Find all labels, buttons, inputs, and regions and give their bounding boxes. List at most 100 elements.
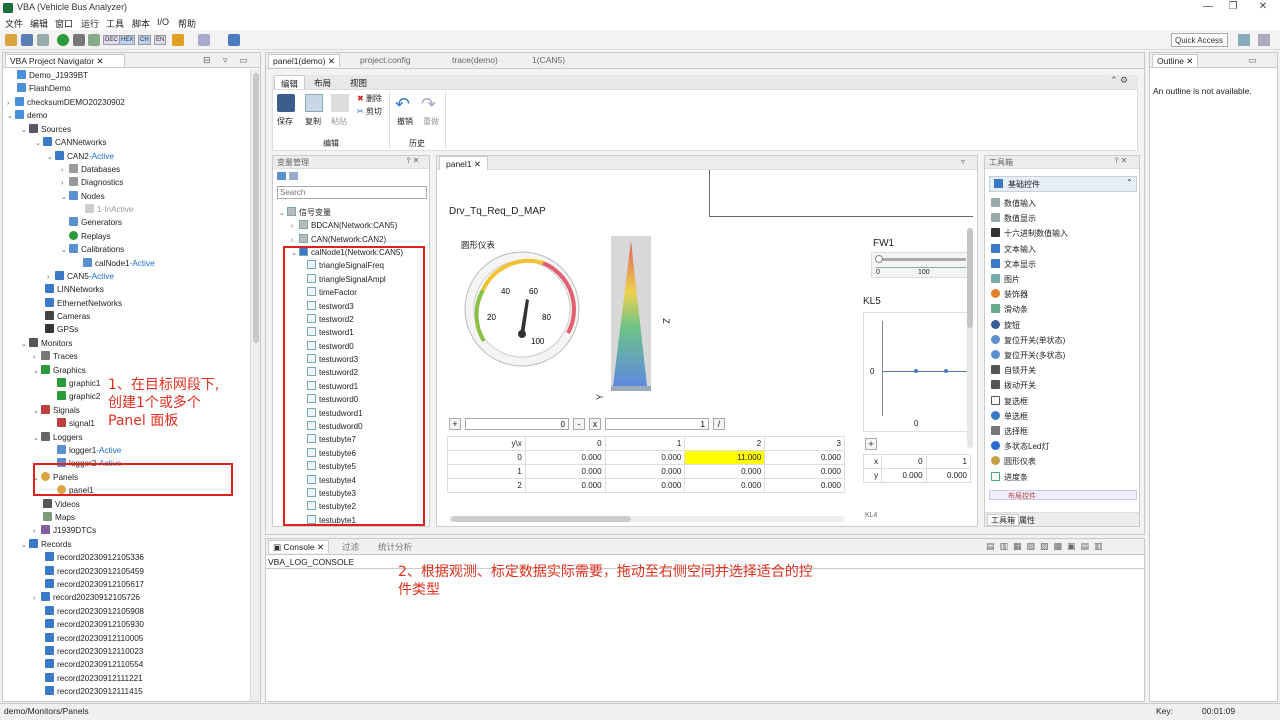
tree-item[interactable]: › checksumDEMO20230902 <box>7 96 125 109</box>
tab-1-can5[interactable]: 1(CAN5) <box>528 54 569 67</box>
menu-tools[interactable]: 工具 <box>106 17 124 30</box>
tree-item[interactable]: signal1 <box>57 417 95 430</box>
table-cell[interactable]: 0.000 <box>764 478 845 493</box>
tab-project-config[interactable]: project.config <box>356 54 415 67</box>
toolbox-item[interactable]: 文本输入 <box>991 242 1036 257</box>
tree-item[interactable]: LINNetworks <box>45 283 104 296</box>
tab-trace-demo[interactable]: trace(demo) <box>448 54 502 67</box>
tree-item[interactable]: EthernetNetworks <box>45 297 122 310</box>
tree-item[interactable]: ⌄ CAN2-Active <box>47 150 114 163</box>
kl5-add-button[interactable]: + <box>865 438 877 450</box>
tab-toolbox[interactable]: 工具箱 <box>987 514 1019 526</box>
ribbon-tab-layout[interactable]: 布局 <box>314 77 331 89</box>
undo-button[interactable]: 撤销 <box>397 116 413 127</box>
navigator-scrollbar[interactable] <box>250 69 260 701</box>
tree-item[interactable]: ⌄ Graphics <box>33 364 86 377</box>
tree-item[interactable]: ⌄ Monitors <box>21 337 72 350</box>
variable-group[interactable]: › BDCAN(Network:CAN5) <box>291 219 397 232</box>
tree-item[interactable]: › Databases <box>61 163 120 176</box>
minimize-button[interactable]: — <box>1198 1 1218 12</box>
console-toolbar[interactable]: ▤▥▦▧▨▩▣▤▥ <box>986 541 1108 552</box>
toolbox-item[interactable]: 自锁开关 <box>991 363 1036 378</box>
tree-item[interactable]: graphic2 <box>57 390 100 403</box>
tree-item[interactable]: Maps <box>43 511 75 524</box>
tree-item[interactable]: Demo_J1939BT <box>17 69 88 82</box>
collapse-all-icon[interactable]: ⊟ <box>203 55 211 66</box>
tree-item[interactable]: ⌄ demo <box>7 109 47 122</box>
tree-item[interactable]: record20230912105617 <box>45 578 144 591</box>
multiply-button[interactable]: x <box>589 418 601 430</box>
table-cell[interactable]: 1 <box>925 454 972 469</box>
tree-item[interactable]: ⌄ CANNetworks <box>35 136 106 149</box>
help-icon[interactable] <box>228 34 240 46</box>
x-value-input[interactable] <box>465 418 569 430</box>
menu-edit[interactable]: 编辑 <box>30 17 48 30</box>
divide-button[interactable]: / <box>713 418 725 430</box>
toolbox-item[interactable]: 十六进制数值输入 <box>991 226 1068 241</box>
tree-item[interactable]: ⌄ Signals <box>33 404 80 417</box>
menu-script[interactable]: 脚本 <box>132 17 150 30</box>
tree-item[interactable]: record20230912105930 <box>45 618 144 631</box>
tree-item[interactable]: record20230912111221 <box>45 672 143 685</box>
toolbox-item[interactable]: 圆形仪表 <box>991 454 1036 469</box>
toolbox-item[interactable]: 滑动条 <box>991 302 1028 317</box>
toolbox-item[interactable]: 进度条 <box>991 470 1028 485</box>
minimize-view-icon[interactable]: ▭ <box>1248 55 1257 66</box>
tab-navigator[interactable]: VBA Project Navigator ✕ <box>5 54 125 67</box>
tree-item[interactable]: record20230912110554 <box>45 658 143 671</box>
round-gauge[interactable]: 20 40 60 80 100 <box>463 250 581 368</box>
forward-arrow-icon[interactable] <box>198 34 210 46</box>
tree-item[interactable]: record20230912110005 <box>45 632 143 645</box>
tree-item[interactable]: ⌄ Sources <box>21 123 71 136</box>
view-menu-icon[interactable]: ▿ <box>223 55 228 66</box>
table-cell[interactable]: 0.000 <box>604 478 686 493</box>
tree-item[interactable]: GPSs <box>45 323 78 336</box>
tree-item[interactable]: record20230912110023 <box>45 645 143 658</box>
undo-icon[interactable]: ↶ <box>395 94 410 115</box>
collapse-icon[interactable] <box>289 172 298 180</box>
tree-item[interactable]: › J1939DTCs <box>33 524 96 537</box>
ribbon-tab-view[interactable]: 视图 <box>350 77 367 89</box>
table-cell[interactable]: 0.000 <box>604 464 686 479</box>
redo-button[interactable]: 重做 <box>423 116 439 127</box>
delete-button[interactable]: ✖ 删除 <box>357 93 382 104</box>
toolbox-item[interactable]: 数值显示 <box>991 211 1036 226</box>
tree-item[interactable]: calNode1-Active <box>83 257 155 270</box>
tree-item[interactable]: ⌄ Calibrations <box>61 243 124 256</box>
table-cell[interactable]: 0.000 <box>764 464 845 479</box>
ch-toggle[interactable]: CH <box>138 35 151 45</box>
expand-all-icon[interactable] <box>277 172 286 180</box>
back-arrow-icon[interactable] <box>172 34 184 46</box>
fw1-slider[interactable]: 0 100 <box>871 252 969 278</box>
tree-item[interactable]: › CAN5-Active <box>47 270 114 283</box>
toolbox-item[interactable]: 图片 <box>991 272 1020 287</box>
tab-panel1-demo[interactable]: panel1(demo) ✕ <box>268 54 340 67</box>
tree-item[interactable]: Replays <box>69 230 111 243</box>
menu-help[interactable]: 帮助 <box>178 17 196 30</box>
toolbox-section[interactable]: 基础控件 ⌃ <box>989 176 1137 192</box>
tree-item[interactable]: 1-InActive <box>85 203 133 216</box>
toolbox-item[interactable]: 旋钮 <box>991 318 1020 333</box>
tree-item[interactable]: Generators <box>69 216 122 229</box>
table-cell-selected[interactable]: 11.000 <box>684 450 766 465</box>
tree-item[interactable]: Cameras <box>45 310 90 323</box>
tab-properties[interactable]: 属性 <box>1019 515 1035 526</box>
paste-button[interactable]: 粘贴 <box>331 116 347 127</box>
maximize-button[interactable]: ❐ <box>1223 1 1243 12</box>
y-value-input[interactable] <box>605 418 709 430</box>
tab-panel1[interactable]: panel1 ✕ <box>439 156 489 170</box>
subtract-button[interactable]: - <box>573 418 585 430</box>
toolbox-section-layout[interactable]: 布局控件 <box>989 490 1137 500</box>
tree-item[interactable]: logger1-Active <box>57 444 121 457</box>
tree-item[interactable]: ⌄ Nodes <box>61 190 105 203</box>
menu-file[interactable]: 文件 <box>5 17 23 30</box>
toolbox-item[interactable]: 复位开关(单状态) <box>991 333 1065 348</box>
panel-vscrollbar[interactable] <box>967 228 973 448</box>
table-cell[interactable]: 0.000 <box>764 450 845 465</box>
kl5-curve-chart[interactable]: 0 0 <box>863 312 971 432</box>
toolbox-item[interactable]: 拨动开关 <box>991 378 1036 393</box>
pin-icon[interactable]: ⫯ ✕ <box>1115 156 1127 166</box>
add-button[interactable]: + <box>449 418 461 430</box>
en-toggle[interactable]: EN <box>154 35 167 45</box>
tree-item[interactable]: record20230912105908 <box>45 605 144 618</box>
